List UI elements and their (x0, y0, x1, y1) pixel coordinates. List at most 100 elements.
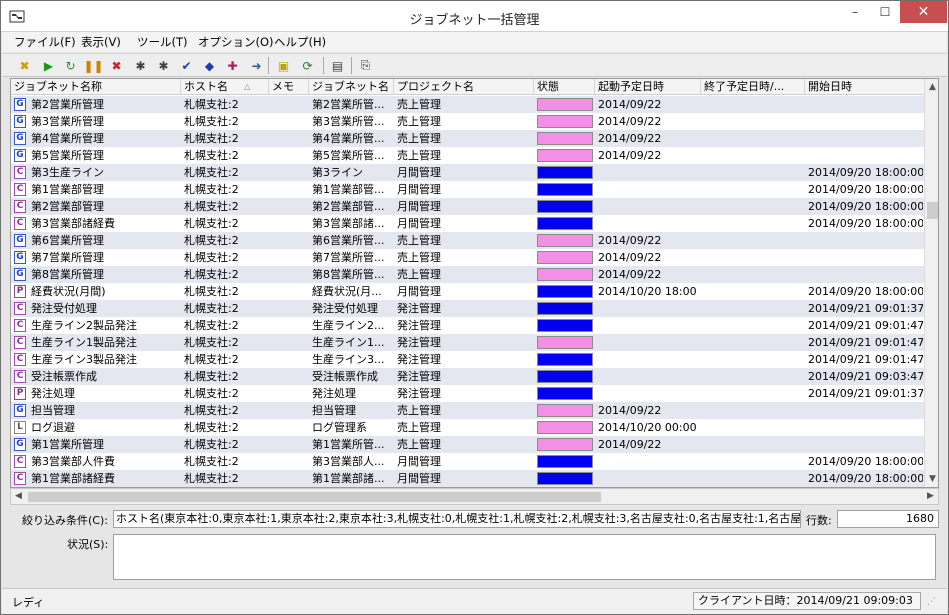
cell-scheduled: 2014/09/22 (598, 115, 662, 128)
rerun-icon[interactable]: ↻ (62, 57, 79, 74)
horizontal-scroll-thumb[interactable] (28, 492, 601, 502)
jobnet-type-icon: G (14, 251, 26, 264)
horizontal-scrollbar[interactable]: ◀ ▶ (10, 488, 939, 505)
table-row[interactable]: C 第3生産ライン 札幌支社:2 第3ライン 月間管理 2014/09/20 18:00:… (11, 164, 924, 181)
jobnet-type-icon: G (14, 132, 26, 145)
lock-icon[interactable]: ▣ (275, 57, 292, 74)
jobnet-type-icon: G (14, 268, 26, 281)
close-button[interactable]: ✕ (900, 1, 947, 23)
cell-jobnet-name: 第1営業部諸... (312, 472, 385, 485)
scroll-left-icon[interactable]: ◀ (11, 489, 26, 504)
cancel-icon[interactable]: ✖ (16, 57, 33, 74)
column-header-status[interactable]: 状態 (534, 79, 595, 95)
cell-memo (272, 453, 308, 470)
column-header-start[interactable]: 開始日時 (805, 79, 925, 95)
status-indicator (537, 438, 593, 451)
release-icon[interactable]: ✚ (224, 57, 241, 74)
column-header-jobnet-title[interactable]: ジョブネット名称 (11, 79, 181, 95)
scroll-up-icon[interactable]: ▲ (925, 79, 938, 95)
cell-host: 札幌支社:2 (184, 404, 239, 417)
hold-icon[interactable]: ◆ (201, 57, 218, 74)
cell-jobnet-title: 発注処理 (31, 387, 75, 400)
cell-jobnet-title: 発注受付処理 (31, 302, 97, 315)
column-header-jobnet-name[interactable]: ジョブネット名 (309, 79, 394, 95)
forward-icon[interactable]: ➜ (248, 57, 265, 74)
table-row[interactable]: C 発注受付処理 札幌支社:2 発注受付処理 発注管理 2014/09/21 09:01:… (11, 300, 924, 317)
column-header-host[interactable]: ホスト名 (181, 79, 269, 95)
properties-icon[interactable]: ▤ (329, 57, 346, 74)
table-row[interactable]: C 第3営業部人件費 札幌支社:2 第3営業部人... 月間管理 2014/09/20 1… (11, 453, 924, 470)
cell-scheduled (598, 351, 700, 368)
table-row[interactable]: G 担当管理 札幌支社:2 担当管理 売上管理 2014/09/22 (11, 402, 924, 419)
cell-start (808, 130, 923, 147)
cell-memo (272, 317, 308, 334)
pause-icon[interactable]: ❚❚ (83, 57, 103, 74)
table-row[interactable]: G 第4営業所管理 札幌支社:2 第4営業所管... 売上管理 2014/09/22 (11, 130, 924, 147)
scroll-right-icon[interactable]: ▶ (923, 489, 938, 504)
table-row[interactable]: P 経費状況(月間) 札幌支社:2 経費状況(月... 月間管理 2014/10/20 1… (11, 283, 924, 300)
filter-field[interactable]: ホスト名(東京本社:0,東京本社:1,東京本社:2,東京本社:3,札幌支社:0,… (113, 510, 801, 528)
column-header-project[interactable]: プロジェクト名 (394, 79, 534, 95)
table-row[interactable]: G 第2営業所管理 札幌支社:2 第2営業所管... 売上管理 2014/09/22 (11, 96, 924, 113)
menu-options[interactable]: オプション(O) (198, 34, 274, 50)
resize-grip-icon[interactable]: ⋰ (927, 597, 939, 609)
cell-start (808, 96, 923, 113)
column-header-memo[interactable]: メモ (269, 79, 309, 95)
cell-start (808, 402, 923, 419)
menu-tools[interactable]: ツール(T) (137, 34, 188, 50)
table-row[interactable]: L ログ退避 札幌支社:2 ログ管理系 売上管理 2014/10/20 00:00 (11, 419, 924, 436)
cell-host: 札幌支社:2 (184, 353, 239, 366)
column-header-end[interactable]: 終了予定日時/... (701, 79, 805, 95)
jobnet-type-icon: P (14, 387, 26, 400)
cell-jobnet-title: 第6営業所管理 (31, 234, 104, 247)
jobnet-grid[interactable]: ジョブネット名称 ホスト名 △ メモ ジョブネット名 プロジェクト名 状態 起動… (10, 78, 939, 488)
cell-start (808, 436, 923, 453)
skip-icon[interactable]: ✱ (132, 57, 149, 74)
table-row[interactable]: C 受注帳票作成 札幌支社:2 受注帳票作成 発注管理 2014/09/21 09:03:… (11, 368, 924, 385)
minimize-button[interactable]: – (841, 1, 869, 23)
cell-jobnet-title: 第5営業所管理 (31, 149, 104, 162)
menu-view[interactable]: 表示(V) (81, 34, 121, 50)
status-textarea[interactable] (113, 534, 936, 580)
table-row[interactable]: G 第8営業所管理 札幌支社:2 第8営業所管... 売上管理 2014/09/22 (11, 266, 924, 283)
table-row[interactable]: C 第1営業部管理 札幌支社:2 第1営業部管... 月間管理 2014/09/20 18… (11, 181, 924, 198)
cell-scheduled (598, 164, 700, 181)
cell-jobnet-name: 受注帳票作成 (312, 370, 378, 383)
row-count-label: 行数: (806, 514, 832, 527)
table-row[interactable]: G 第5営業所管理 札幌支社:2 第5営業所管... 売上管理 2014/09/22 (11, 147, 924, 164)
scroll-down-icon[interactable]: ▼ (925, 471, 938, 487)
export-icon[interactable]: ⎘ (357, 57, 374, 74)
cell-memo (272, 249, 308, 266)
status-indicator (537, 200, 593, 213)
menu-help[interactable]: ヘルプ(H) (274, 34, 326, 50)
stop-icon[interactable]: ✖ (108, 57, 125, 74)
column-header-scheduled[interactable]: 起動予定日時 (595, 79, 701, 95)
table-row[interactable]: G 第6営業所管理 札幌支社:2 第6営業所管... 売上管理 2014/09/22 (11, 232, 924, 249)
vertical-scrollbar[interactable]: ▲ ▼ (924, 79, 938, 487)
cell-project: 売上管理 (397, 132, 441, 145)
table-row[interactable]: G 第3営業所管理 札幌支社:2 第3営業所管... 売上管理 2014/09/22 (11, 113, 924, 130)
grid-rows: G 第2営業所管理 札幌支社:2 第2営業所管... 売上管理 2014/09/22 G 第3… (11, 96, 924, 487)
table-row[interactable]: C 生産ライン2製品発注 札幌支社:2 生産ライン2... 発注管理 2014/09/21… (11, 317, 924, 334)
cell-project: 売上管理 (397, 421, 441, 434)
cell-start: 2014/09/20 18:00:00 (808, 200, 923, 213)
vertical-scroll-thumb[interactable] (927, 202, 938, 219)
table-row[interactable]: G 第1営業所管理 札幌支社:2 第1営業所管... 売上管理 2014/09/22 (11, 436, 924, 453)
cell-project: 月間管理 (397, 455, 441, 468)
table-row[interactable]: C 第3営業部諸経費 札幌支社:2 第3営業部諸... 月間管理 2014/09/20 1… (11, 215, 924, 232)
table-row[interactable]: G 第7営業所管理 札幌支社:2 第7営業所管... 売上管理 2014/09/22 (11, 249, 924, 266)
refresh-icon[interactable]: ⟳ (299, 57, 316, 74)
cell-jobnet-title: 第3生産ライン (31, 166, 104, 179)
skip-cancel-icon[interactable]: ✱ (155, 57, 172, 74)
table-row[interactable]: P 発注処理 札幌支社:2 発注処理 発注管理 2014/09/21 09:01:37 (11, 385, 924, 402)
maximize-button[interactable]: ☐ (871, 1, 899, 23)
table-row[interactable]: C 第1営業部諸経費 札幌支社:2 第1営業部諸... 月間管理 2014/09/20 1… (11, 470, 924, 487)
table-row[interactable]: C 生産ライン1製品発注 札幌支社:2 生産ライン1... 発注管理 2014/09/21… (11, 334, 924, 351)
confirm-icon[interactable]: ✔ (178, 57, 195, 74)
table-row[interactable]: C 生産ライン3製品発注 札幌支社:2 生産ライン3... 発注管理 2014/09/21… (11, 351, 924, 368)
menu-file[interactable]: ファイル(F) (14, 34, 76, 50)
cell-jobnet-title: 第2営業所管理 (31, 98, 104, 111)
table-row[interactable]: C 第2営業部管理 札幌支社:2 第2営業部管... 月間管理 2014/09/20 18… (11, 198, 924, 215)
cell-jobnet-title: 第1営業部管理 (31, 183, 104, 196)
run-icon[interactable]: ▶ (40, 57, 57, 74)
